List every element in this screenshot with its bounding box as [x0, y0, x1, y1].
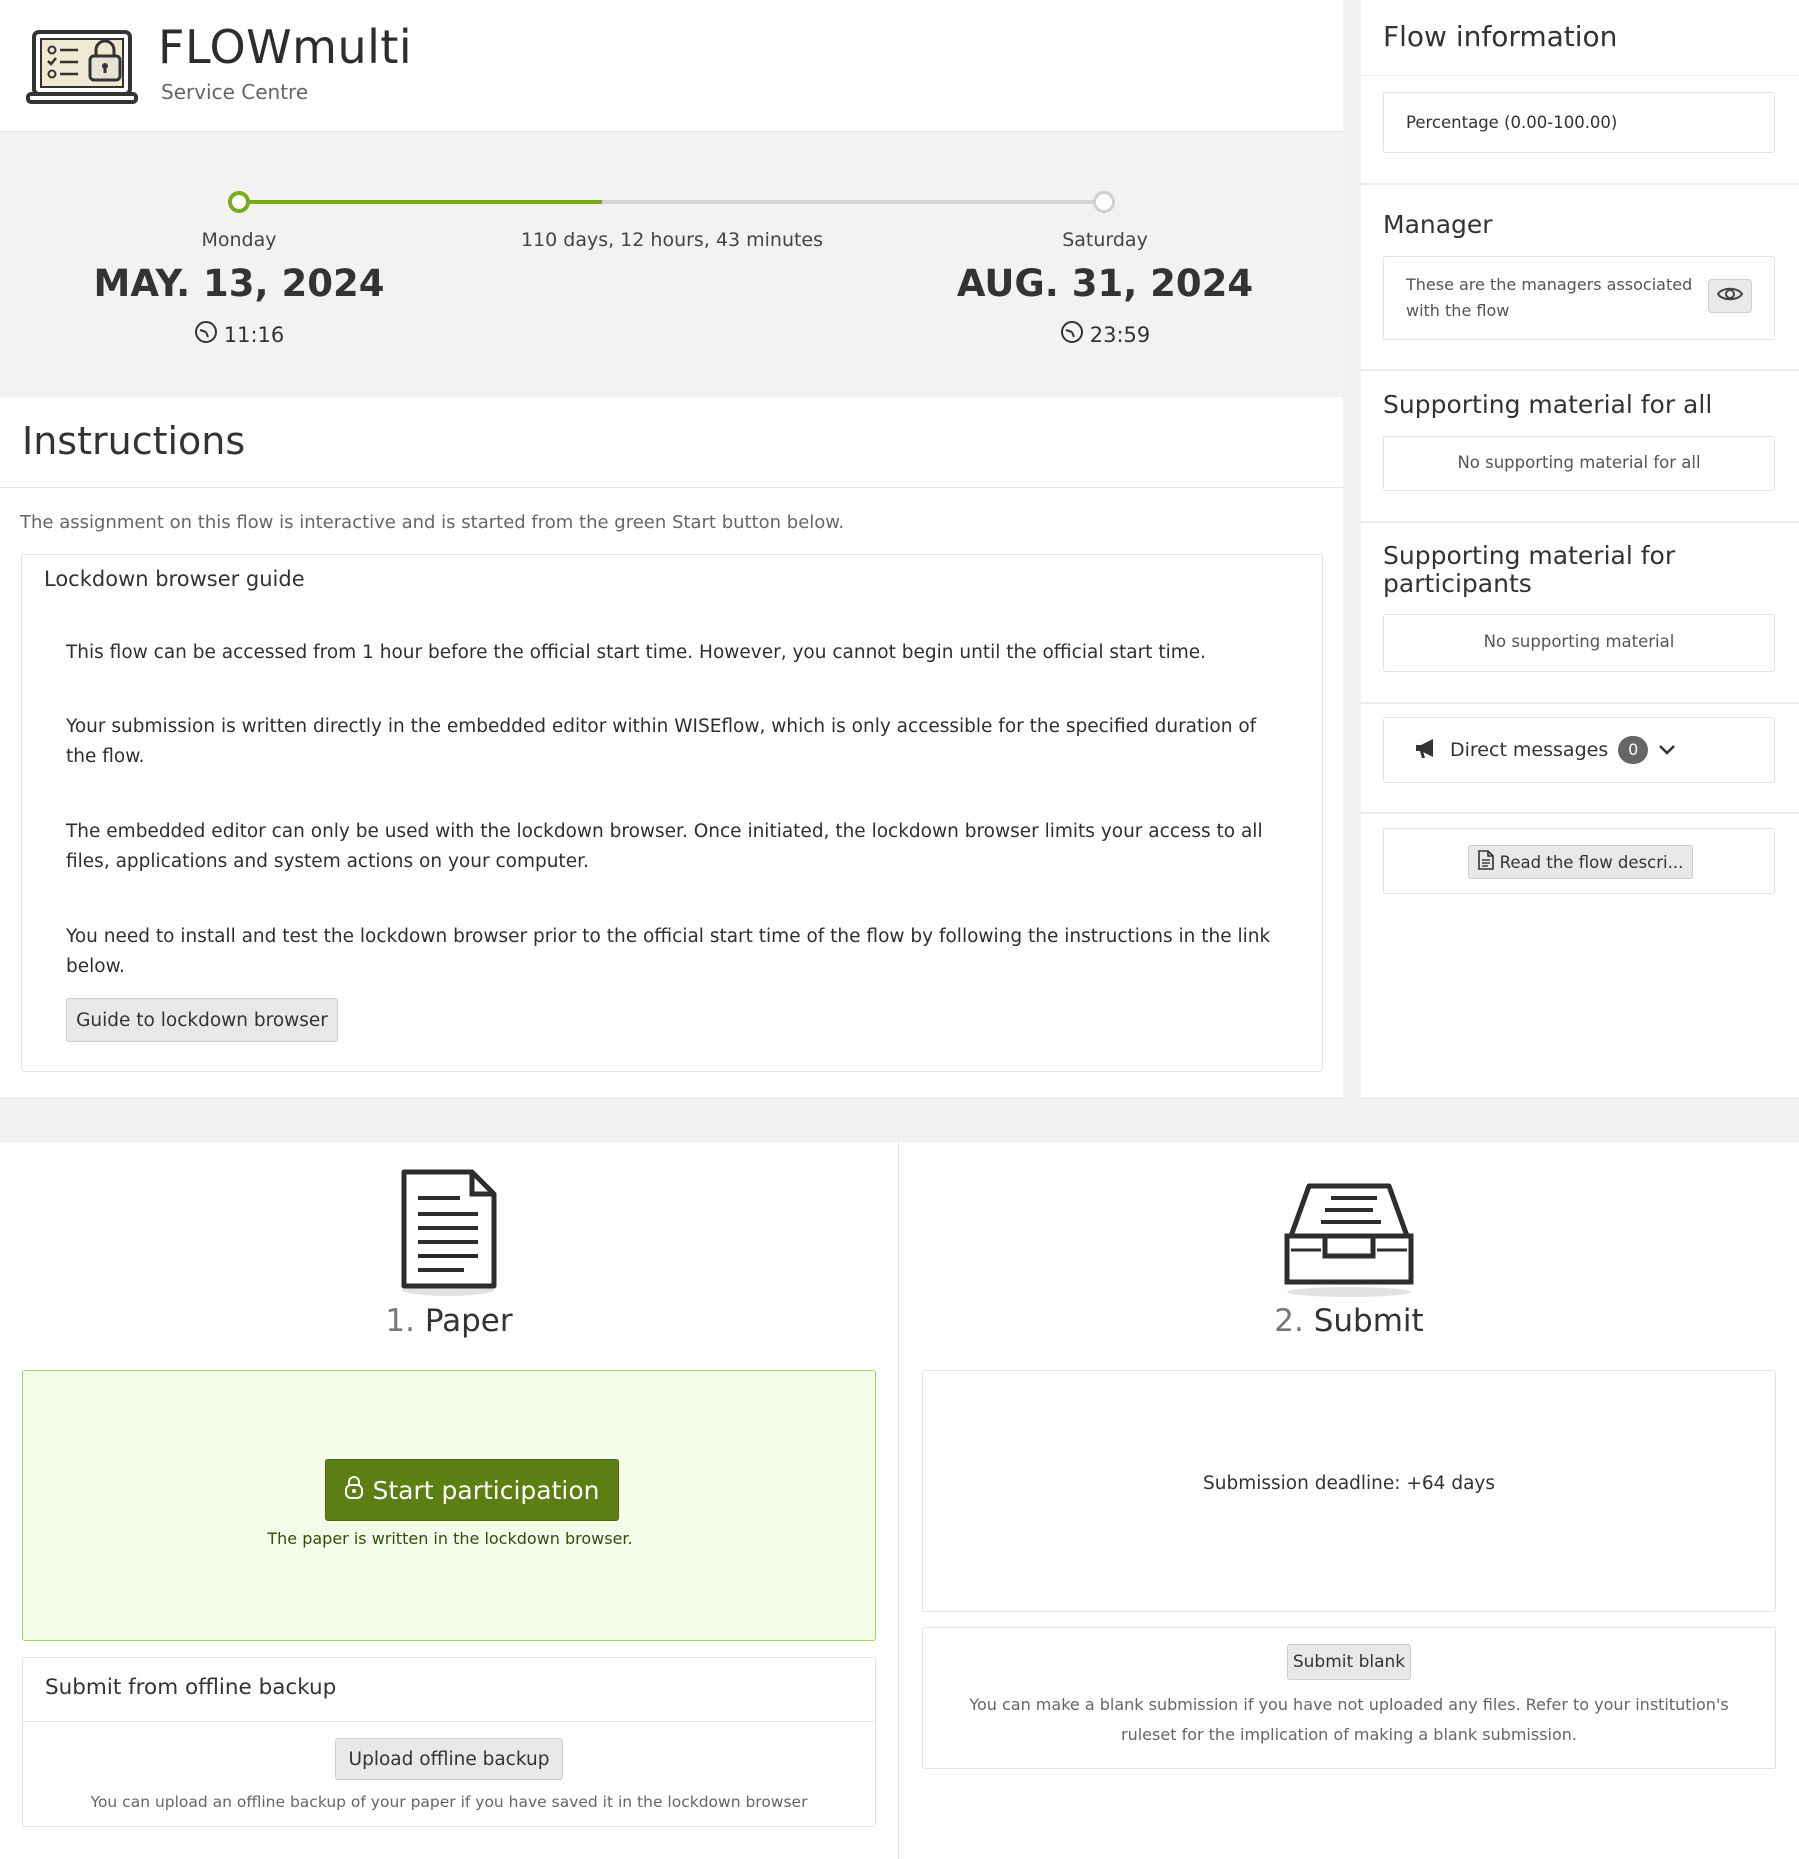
submission-deadline-box: Submission deadline: +64 days — [922, 1370, 1776, 1612]
end-day: Saturday — [1062, 229, 1148, 251]
guide-paragraph: Your submission is written directly in t… — [66, 716, 1257, 767]
instructions-panel: Instructions The assignment on this flow… — [0, 397, 1343, 1097]
offline-backup-title: Submit from offline backup — [45, 1675, 337, 1700]
submission-deadline: Submission deadline: +64 days — [1202, 1473, 1495, 1494]
timeline-start-marker — [228, 191, 250, 213]
paper-document-icon — [388, 1168, 508, 1298]
guide-to-lockdown-browser-button[interactable]: Guide to lockdown browser — [66, 998, 338, 1042]
start-participation-button[interactable]: Start participation — [325, 1459, 619, 1521]
supporting-material-participants-box: No supporting material — [1383, 614, 1775, 672]
guide-paragraph: The embedded editor can only be used wit… — [66, 821, 1263, 872]
end-time-value: 23:59 — [1089, 322, 1151, 347]
divider — [1361, 75, 1799, 76]
read-flow-description-label: Read the flow descri... — [1499, 852, 1684, 872]
divider — [1361, 812, 1799, 814]
timeline-progress — [238, 200, 602, 204]
view-managers-button[interactable] — [1708, 279, 1752, 313]
guide-paragraph: This flow can be accessed from 1 hour be… — [66, 642, 1206, 663]
supporting-material-all-text: No supporting material for all — [1457, 453, 1701, 472]
guide-paragraph: You need to install and test the lockdow… — [66, 926, 1271, 977]
supporting-material-participants-text: No supporting material — [1483, 632, 1675, 651]
app-header: FLOWmulti Service Centre — [0, 0, 1343, 132]
manager-box: These are the managers associated with t… — [1383, 256, 1775, 340]
flow-sidebar: Flow information Percentage (0.00-100.00… — [1361, 0, 1799, 1097]
flow-information-title: Flow information — [1383, 20, 1618, 53]
grading-scale-box: Percentage (0.00-100.00) — [1383, 92, 1775, 153]
step-name: Paper — [424, 1303, 513, 1339]
start-participation-label: Start participation — [372, 1475, 600, 1505]
divider — [1361, 369, 1799, 371]
start-time-value: 11:16 — [223, 322, 285, 347]
document-icon — [1477, 850, 1494, 874]
grading-scale: Percentage (0.00-100.00) — [1406, 113, 1618, 132]
start-participation-note: The paper is written in the lockdown bro… — [267, 1529, 633, 1548]
flow-timeline: Monday MAY. 13, 2024 11:16 110 days, 12 … — [0, 133, 1343, 396]
chevron-down-icon — [1658, 741, 1676, 760]
submission-tray-icon — [1281, 1180, 1417, 1298]
start-day: Monday — [201, 229, 277, 251]
manager-title: Manager — [1383, 210, 1493, 239]
flow-description-box: Read the flow descri... — [1383, 828, 1775, 894]
manager-text: These are the managers associated with t… — [1406, 275, 1693, 320]
start-time: 11:16 — [139, 320, 339, 349]
step-number: 2. — [1274, 1303, 1304, 1339]
divider — [1361, 702, 1799, 704]
divider — [0, 487, 1343, 488]
step-submit-label: 2. Submit — [1149, 1303, 1549, 1339]
duration-text: 110 days, 12 hours, 43 minutes — [520, 229, 824, 251]
megaphone-icon — [1414, 737, 1440, 763]
divider — [23, 1721, 875, 1722]
divider — [1361, 183, 1799, 185]
direct-messages-count-badge: 0 — [1618, 736, 1649, 764]
upload-offline-backup-button[interactable]: Upload offline backup — [335, 1738, 563, 1780]
instructions-title: Instructions — [22, 419, 246, 463]
direct-messages-toggle[interactable]: Direct messages 0 — [1383, 717, 1775, 783]
offline-backup-box: Submit from offline backup Upload offlin… — [22, 1657, 876, 1827]
end-time: 23:59 — [1005, 320, 1205, 349]
step-name: Submit — [1313, 1303, 1424, 1339]
blank-submission-note: You can make a blank submission if you h… — [969, 1695, 1729, 1744]
blank-submission-box: Submit blank You can make a blank submis… — [922, 1627, 1776, 1769]
start-date: MAY. 13, 2024 — [93, 262, 385, 305]
app-title: FLOWmulti — [158, 20, 413, 74]
offline-backup-note: You can upload an offline backup of your… — [90, 1793, 808, 1811]
start-participation-panel: Start participation The paper is written… — [22, 1370, 876, 1641]
step-number: 1. — [385, 1303, 415, 1339]
supporting-material-all-title: Supporting material for all — [1383, 390, 1713, 419]
column-divider — [898, 1142, 899, 1859]
step-paper-label: 1. Paper — [249, 1303, 649, 1339]
eye-icon — [1716, 285, 1744, 307]
supporting-material-all-box: No supporting material for all — [1383, 436, 1775, 491]
app-subtitle: Service Centre — [161, 80, 309, 104]
lockdown-guide-box: Lockdown browser guide This flow can be … — [21, 554, 1323, 1072]
timeline-end-marker — [1093, 191, 1115, 213]
supporting-material-participants-title: Supporting material for participants — [1383, 541, 1676, 598]
lock-icon — [344, 1475, 364, 1505]
end-date: AUG. 31, 2024 — [956, 262, 1254, 305]
instructions-intro: The assignment on this flow is interacti… — [20, 512, 845, 533]
clock-icon — [194, 320, 218, 349]
guide-title: Lockdown browser guide — [44, 567, 305, 591]
submit-blank-button[interactable]: Submit blank — [1287, 1644, 1411, 1680]
read-flow-description-button[interactable]: Read the flow descri... — [1468, 845, 1693, 879]
laptop-lock-logo-icon — [26, 28, 138, 108]
clock-icon — [1060, 320, 1084, 349]
direct-messages-label: Direct messages — [1450, 739, 1609, 761]
divider — [1361, 521, 1799, 523]
